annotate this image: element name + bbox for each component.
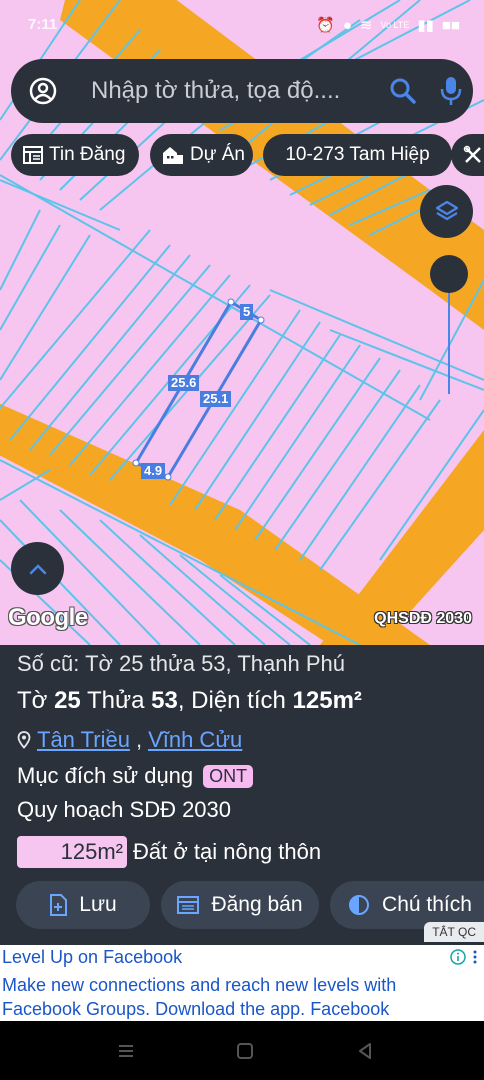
recents-icon[interactable] (114, 1039, 138, 1063)
ad-title[interactable]: Level Up on Facebook (2, 947, 182, 968)
edge-label-bottom: 4.9 (141, 463, 166, 479)
google-logo: Google (8, 604, 88, 631)
ad-body[interactable]: Make new connections and reach new level… (2, 973, 442, 1021)
map-pin-icon (17, 731, 31, 749)
area-legend-row: 125m² Đất ở tại nông thôn (17, 836, 321, 868)
sheet-label: Tờ (17, 687, 48, 714)
layers-icon (435, 200, 458, 220)
tools-icon (463, 145, 481, 163)
home-icon[interactable] (233, 1039, 257, 1063)
chip-tin-dang[interactable]: Tin Đăng (11, 134, 139, 176)
overlay-label: QHSDĐ 2030 (374, 610, 472, 627)
purpose-label: Mục đích sử dụng (17, 763, 194, 788)
location-icon: ● (342, 16, 352, 34)
chip-du-an[interactable]: Dự Án (150, 134, 253, 176)
layers-button[interactable] (420, 185, 473, 238)
back-icon[interactable] (353, 1039, 377, 1063)
signal-icon: ▮▮ (417, 17, 434, 34)
chip-label: 10-273 Tam Hiệp (285, 144, 430, 165)
mic-icon[interactable] (439, 75, 463, 107)
area-badge: 125m² (17, 836, 127, 868)
commune-link[interactable]: Tân Triều (37, 727, 130, 753)
listing-icon (177, 896, 200, 914)
area-label: , Diện tích (177, 687, 286, 714)
save-button[interactable]: Lưu (16, 881, 150, 929)
ad-banner[interactable]: Level Up on Facebook Make new connection… (0, 945, 484, 1021)
old-parcel-info: Số cũ: Tờ 25 thửa 53, Thạnh Phú (17, 651, 346, 676)
sheet-number: 25 (54, 687, 81, 714)
search-bar[interactable] (11, 59, 473, 123)
newspaper-icon (23, 146, 43, 164)
purpose-code-badge: ONT (203, 764, 254, 788)
chip-label: Dự Án (190, 144, 245, 165)
search-icon[interactable] (389, 77, 417, 105)
info-icon[interactable] (450, 949, 466, 965)
legend-label: Chú thích (382, 893, 472, 916)
building-icon (163, 147, 183, 164)
account-icon[interactable] (29, 77, 57, 105)
contrast-icon (349, 895, 370, 915)
chip-row: Tin Đăng Dự Án 10-273 Tam Hiệp (11, 134, 484, 176)
land-description: Đất ở tại nông thôn (133, 839, 322, 864)
edge-label-right: 25.1 (200, 391, 232, 407)
expand-up-button[interactable] (11, 542, 64, 595)
edge-label-left: 25.6 (168, 375, 200, 391)
edge-label-top: 5 (240, 304, 254, 320)
search-input[interactable] (91, 73, 381, 109)
parcel-label: Thửa (87, 687, 145, 714)
network-label: Vo LTE (380, 20, 410, 30)
location-row: Tân Triều, Vĩnh Cửu (17, 727, 242, 753)
save-label: Lưu (79, 893, 117, 916)
parcel-number: 53 (151, 687, 178, 714)
post-sale-button[interactable]: Đăng bán (161, 881, 319, 929)
opacity-slider-thumb[interactable] (430, 255, 468, 293)
more-vert-icon[interactable] (472, 949, 478, 965)
location-separator: , (135, 727, 143, 752)
planning-label: Quy hoạch SDĐ 2030 (17, 797, 232, 822)
chevron-up-icon (29, 563, 46, 574)
file-plus-icon (50, 894, 68, 916)
status-time: 7:11 (28, 16, 58, 33)
chip-tools[interactable] (451, 134, 484, 176)
alarm-icon: ⏰ (316, 17, 335, 34)
hide-ad-button[interactable]: TẮT QC (424, 922, 484, 942)
status-bar: 7:11 ⏰ ● ≋ Vo LTE ▮▮ ■■ (0, 0, 484, 56)
post-sale-label: Đăng bán (211, 893, 303, 916)
system-nav-bar (0, 1021, 484, 1080)
chip-location[interactable]: 10-273 Tam Hiệp (263, 134, 452, 176)
wifi-icon: ≋ (359, 17, 373, 34)
parcel-summary: Tờ 25 Thửa 53, Diện tích 125m² (17, 687, 362, 715)
parcel-info-panel: Số cũ: Tờ 25 thửa 53, Thạnh Phú Tờ 25 Th… (0, 645, 484, 945)
land-purpose-row: Mục đích sử dụng ONT (17, 763, 254, 789)
battery-icon: ■■ (441, 16, 460, 34)
status-icons: ⏰ ● ≋ Vo LTE ▮▮ ■■ (316, 16, 460, 35)
district-link[interactable]: Vĩnh Cửu (148, 727, 242, 753)
chip-label: Tin Đăng (49, 144, 126, 165)
area-value: 125m² (292, 687, 362, 714)
